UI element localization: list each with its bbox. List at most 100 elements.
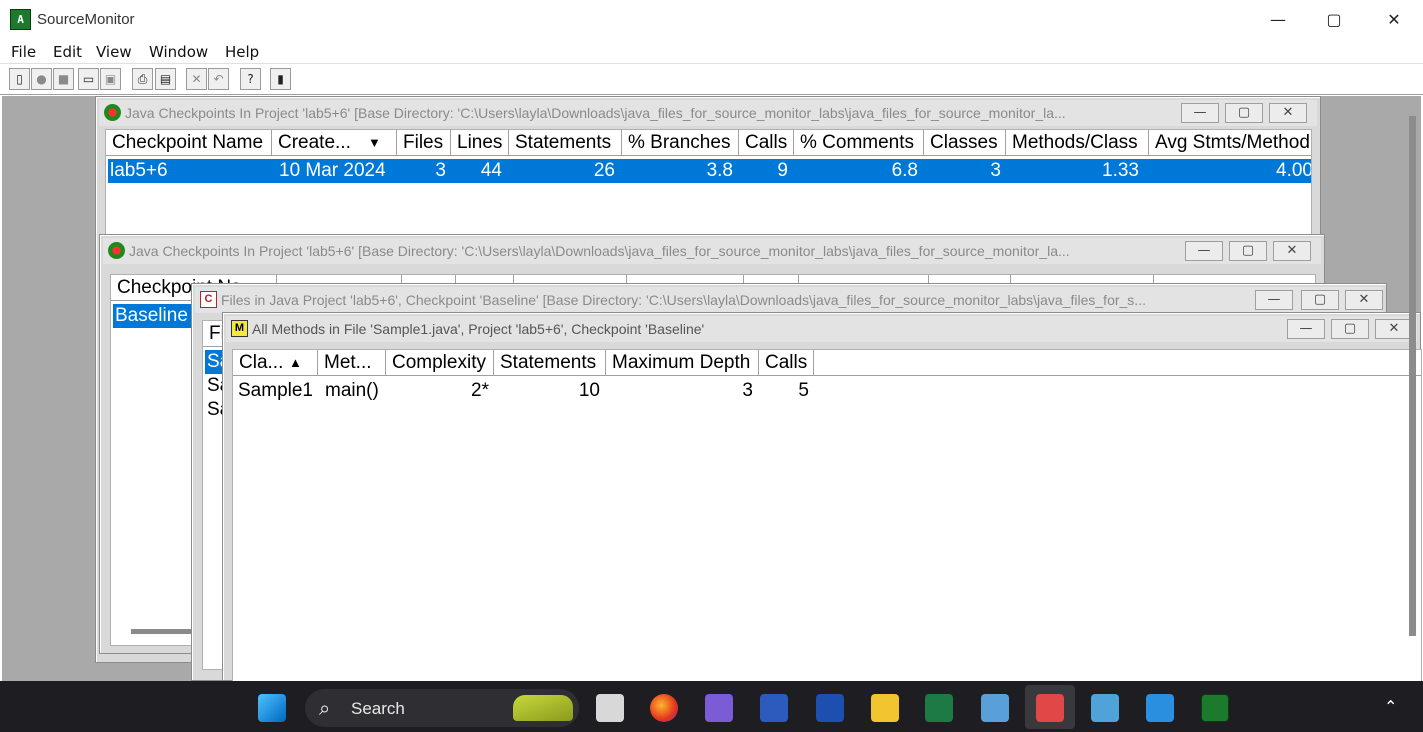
column-statements[interactable]: Statements bbox=[494, 350, 606, 376]
child-close-icon[interactable]: ✕ bbox=[1345, 290, 1383, 310]
menu-window[interactable]: Window bbox=[149, 43, 208, 61]
cell-complexity: 2* bbox=[471, 380, 489, 401]
minimize-icon[interactable]: — bbox=[1255, 4, 1301, 36]
snipping-tool-icon[interactable] bbox=[1036, 694, 1064, 722]
methods-window: M All Methods in File 'Sample1.java', Pr… bbox=[222, 312, 1422, 682]
add-checkpoint-icon[interactable]: ■ bbox=[53, 68, 74, 90]
search-highlight-icon bbox=[513, 695, 573, 721]
new-project-icon[interactable]: ▯ bbox=[9, 68, 30, 90]
close-icon[interactable]: ✕ bbox=[1371, 4, 1417, 36]
save-icon[interactable]: ▣ bbox=[100, 68, 121, 90]
file-explorer-icon[interactable] bbox=[871, 694, 899, 722]
menu-help[interactable]: Help bbox=[225, 43, 259, 61]
sourcemonitor-taskbar-icon[interactable] bbox=[1201, 694, 1229, 722]
table-row[interactable]: Baseline bbox=[113, 304, 191, 328]
table-row[interactable]: lab5+6 10 Mar 2024 3 44 26 3.8 9 6.8 3 1… bbox=[108, 159, 1312, 183]
vscode-icon[interactable] bbox=[1146, 694, 1174, 722]
cell-checkpoint-name: Baseline bbox=[115, 305, 188, 326]
title-bar: A SourceMonitor — ▢ ✕ bbox=[0, 0, 1423, 40]
column-files[interactable]: Files bbox=[397, 130, 451, 156]
sourcemonitor-app-icon: A bbox=[10, 9, 31, 30]
cell-branches: 3.8 bbox=[706, 160, 733, 181]
whiteboard-icon[interactable] bbox=[816, 694, 844, 722]
print-preview-icon[interactable]: ▤ bbox=[155, 68, 176, 90]
control-panel-icon[interactable] bbox=[1091, 694, 1119, 722]
word-icon[interactable] bbox=[760, 694, 788, 722]
project-icon[interactable] bbox=[925, 694, 953, 722]
menu-file[interactable]: File bbox=[11, 43, 36, 61]
search-label: Search bbox=[351, 699, 405, 718]
child-minimize-icon[interactable]: — bbox=[1255, 290, 1293, 310]
print-icon[interactable]: ⎙ bbox=[132, 68, 153, 90]
3d-app-icon[interactable] bbox=[981, 694, 1009, 722]
cell-comments: 6.8 bbox=[891, 160, 918, 181]
start-icon[interactable] bbox=[258, 694, 286, 722]
column-calls[interactable]: Calls bbox=[739, 130, 794, 156]
vertical-scrollbar[interactable] bbox=[1409, 116, 1416, 636]
files-titlebar[interactable]: C Files in Java Project 'lab5+6', Checkp… bbox=[195, 287, 1383, 313]
column-calls[interactable]: Calls bbox=[759, 350, 814, 376]
checkpoints-back-titlebar[interactable]: Java Checkpoints In Project 'lab5+6' [Ba… bbox=[99, 100, 1317, 126]
chevron-up-icon[interactable]: ⌃ bbox=[1384, 697, 1397, 716]
cell-lines: 44 bbox=[480, 160, 502, 181]
column-comments[interactable]: % Comments bbox=[794, 130, 924, 156]
cell-statements: 10 bbox=[578, 380, 600, 401]
help-what-icon[interactable]: ? bbox=[240, 68, 261, 90]
child-minimize-icon[interactable]: — bbox=[1185, 241, 1223, 261]
toolbar: ▯ ● ■ ▭ ▣ ⎙ ▤ ✕ ↶ ? ▮ bbox=[0, 65, 1423, 95]
child-minimize-icon[interactable]: — bbox=[1181, 103, 1219, 123]
child-close-icon[interactable]: ✕ bbox=[1273, 241, 1311, 261]
app-title: SourceMonitor bbox=[37, 11, 135, 28]
open-project-icon[interactable]: ▭ bbox=[78, 68, 99, 90]
column-classes[interactable]: Classes bbox=[924, 130, 1006, 156]
column-lines[interactable]: Lines bbox=[451, 130, 509, 156]
child-minimize-icon[interactable]: — bbox=[1287, 319, 1325, 339]
child-close-icon[interactable]: ✕ bbox=[1375, 319, 1413, 339]
child-close-icon[interactable]: ✕ bbox=[1269, 103, 1307, 123]
child-maximize-icon[interactable]: ▢ bbox=[1331, 319, 1369, 339]
cell-method: main() bbox=[325, 380, 379, 401]
firefox-icon[interactable] bbox=[650, 694, 678, 722]
mdi-workspace: Java Checkpoints In Project 'lab5+6' [Ba… bbox=[2, 96, 1422, 682]
cell-created: 10 Mar 2024 bbox=[279, 160, 386, 181]
cell-avg-stmts-method: 4.00 bbox=[1276, 160, 1312, 181]
column-maximum-depth[interactable]: Maximum Depth bbox=[606, 350, 759, 376]
menu-view[interactable]: View bbox=[96, 43, 132, 61]
column-class[interactable]: Cla... ▲ bbox=[233, 350, 318, 376]
child-maximize-icon[interactable]: ▢ bbox=[1225, 103, 1263, 123]
method-icon: M bbox=[231, 320, 248, 337]
maximize-icon[interactable]: ▢ bbox=[1311, 4, 1357, 36]
open-checkpoint-icon[interactable]: ● bbox=[31, 68, 52, 90]
java-file-icon: C bbox=[200, 291, 217, 308]
menu-edit[interactable]: Edit bbox=[53, 43, 82, 61]
child-maximize-icon[interactable]: ▢ bbox=[1229, 241, 1267, 261]
task-view-icon[interactable] bbox=[596, 694, 624, 722]
cell-classes: 3 bbox=[990, 160, 1001, 181]
methods-title: All Methods in File 'Sample1.java', Proj… bbox=[252, 321, 705, 337]
column-created[interactable]: Create... ▼ bbox=[272, 130, 397, 156]
bird-app-icon[interactable] bbox=[705, 694, 733, 722]
java-project-icon bbox=[104, 104, 121, 121]
sourcemonitor-window: A SourceMonitor — ▢ ✕ File Edit View Win… bbox=[0, 0, 1423, 682]
checkpoints-back-title: Java Checkpoints In Project 'lab5+6' [Ba… bbox=[125, 105, 1066, 121]
column-method[interactable]: Met... bbox=[318, 350, 386, 376]
files-title: Files in Java Project 'lab5+6', Checkpoi… bbox=[221, 292, 1146, 308]
export-icon[interactable]: ▮ bbox=[270, 68, 291, 90]
cell-calls: 9 bbox=[777, 160, 788, 181]
table-row[interactable]: Sample1 main() 2* 10 3 5 bbox=[235, 379, 825, 403]
taskbar: ⌕ Search ⌃ bbox=[0, 681, 1423, 732]
checkpoints-front-titlebar[interactable]: Java Checkpoints In Project 'lab5+6' [Ba… bbox=[103, 238, 1321, 264]
delete-icon[interactable]: ✕ bbox=[186, 68, 207, 90]
column-statements[interactable]: Statements bbox=[509, 130, 622, 156]
menu-bar: File Edit View Window Help bbox=[0, 40, 1423, 64]
search-input[interactable]: ⌕ Search bbox=[305, 689, 579, 727]
column-avg-stmts-method[interactable]: Avg Stmts/Method bbox=[1149, 130, 1311, 156]
undo-icon[interactable]: ↶ bbox=[208, 68, 229, 90]
column-created-label: Create... bbox=[278, 132, 351, 153]
column-methods-per-class[interactable]: Methods/Class bbox=[1006, 130, 1149, 156]
column-complexity[interactable]: Complexity bbox=[386, 350, 494, 376]
methods-titlebar[interactable]: M All Methods in File 'Sample1.java', Pr… bbox=[226, 316, 1417, 342]
column-branches[interactable]: % Branches bbox=[622, 130, 739, 156]
child-maximize-icon[interactable]: ▢ bbox=[1301, 290, 1339, 310]
column-checkpoint-name[interactable]: Checkpoint Name bbox=[106, 130, 272, 156]
